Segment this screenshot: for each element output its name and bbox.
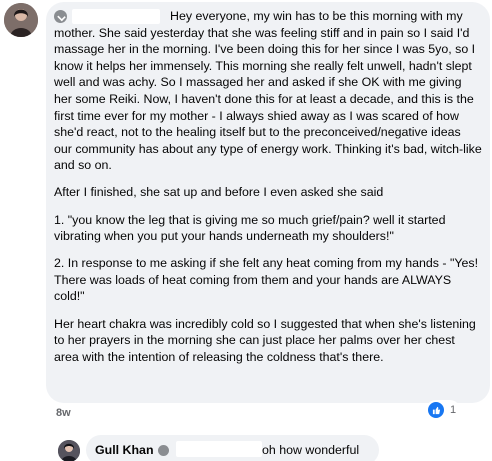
reaction-summary[interactable]: 1 bbox=[426, 400, 461, 420]
reply-badge-icon bbox=[158, 445, 169, 456]
like-icon bbox=[428, 402, 444, 418]
timestamp-link[interactable]: 8w bbox=[56, 407, 71, 419]
post-paragraph: Hey everyone, my win has to be this morn… bbox=[54, 9, 482, 173]
reply-author-avatar[interactable] bbox=[58, 440, 80, 461]
redacted-mention bbox=[176, 441, 262, 457]
post-paragraph: 2. In response to me asking if she felt … bbox=[54, 256, 479, 304]
post-paragraph: 1. "you know the leg that is giving me s… bbox=[54, 212, 446, 244]
post-paragraph: Her heart chakra was incredibly cold so … bbox=[54, 316, 476, 364]
post-body: Hey everyone, my win has to be this morn… bbox=[54, 8, 482, 376]
post-paragraph: After I finished, she sat up and before … bbox=[54, 185, 384, 200]
reply-text: oh how wonderful bbox=[262, 443, 360, 457]
reply-author-name[interactable]: Gull Khan bbox=[95, 443, 154, 457]
reaction-count: 1 bbox=[450, 404, 457, 416]
author-avatar-image bbox=[4, 3, 38, 37]
author-avatar[interactable] bbox=[4, 3, 38, 37]
reply-avatar-image bbox=[58, 440, 80, 461]
